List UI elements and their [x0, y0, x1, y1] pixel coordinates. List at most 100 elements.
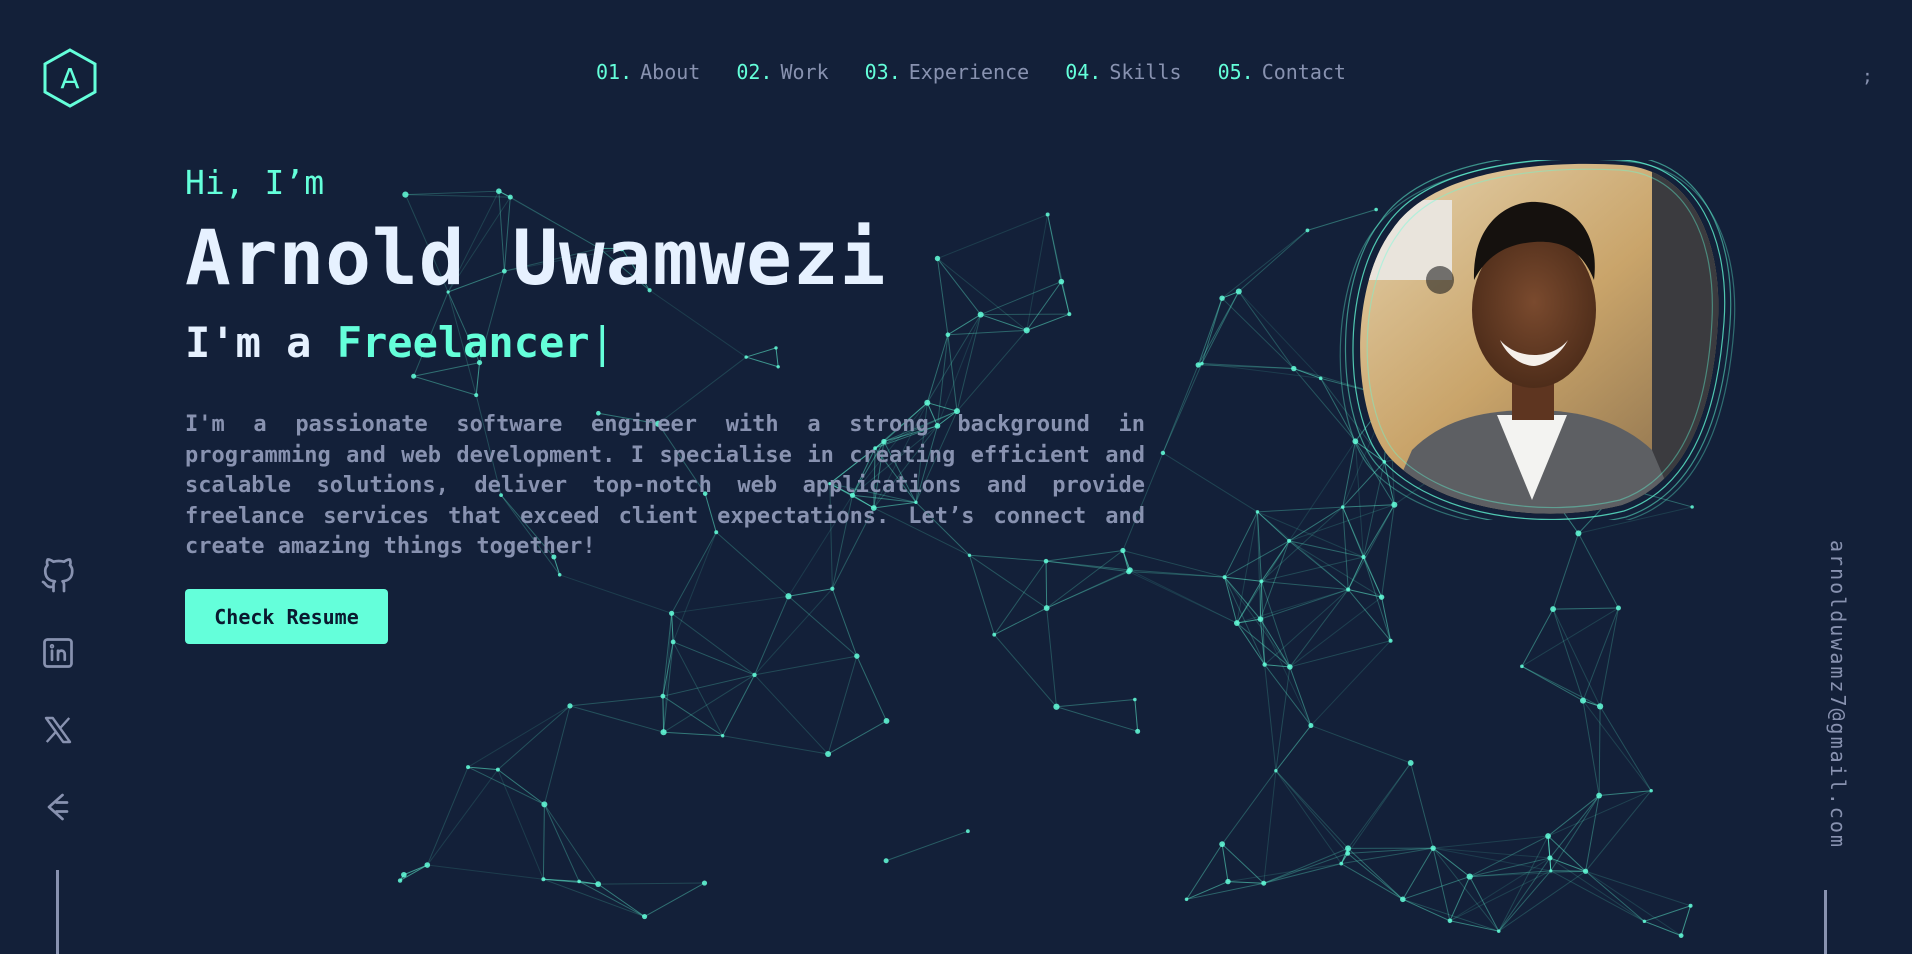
- network-link: [1056, 706, 1138, 732]
- codepen-icon[interactable]: [40, 789, 76, 825]
- network-node: [1496, 929, 1501, 933]
- network-node: [1520, 664, 1524, 669]
- linkedin-icon[interactable]: [40, 635, 76, 671]
- network-link: [1585, 870, 1645, 922]
- nav-item-about[interactable]: 01. About: [596, 60, 700, 84]
- network-node: [1262, 662, 1267, 667]
- network-link: [969, 555, 995, 635]
- x-icon[interactable]: [40, 712, 76, 748]
- network-node: [1274, 769, 1278, 773]
- network-node: [1582, 868, 1589, 874]
- network-link: [1186, 843, 1223, 900]
- right-vertical-line: [1824, 890, 1827, 954]
- nav-item-skills[interactable]: 04. Skills: [1065, 60, 1181, 84]
- network-node: [401, 871, 407, 878]
- network-node: [1378, 594, 1385, 600]
- network-node: [1184, 897, 1189, 902]
- network-link: [427, 864, 544, 880]
- network-link: [1521, 607, 1619, 667]
- network-link: [722, 674, 755, 736]
- network-node: [883, 718, 890, 724]
- network-link: [969, 554, 1047, 609]
- role-prefix: I'm a: [185, 318, 337, 367]
- network-node: [1135, 728, 1141, 734]
- network-node: [1195, 362, 1201, 368]
- network-node: [825, 751, 832, 758]
- network-link: [467, 766, 545, 805]
- network-link: [1221, 297, 1295, 369]
- network-link: [754, 674, 829, 755]
- network-link: [1582, 700, 1652, 792]
- network-node: [1345, 850, 1351, 856]
- network-node: [1597, 703, 1604, 710]
- network-link: [1547, 835, 1552, 871]
- network-link: [1162, 452, 1258, 513]
- network-link: [993, 560, 1047, 635]
- network-link: [1261, 580, 1349, 591]
- network-node: [1688, 903, 1693, 908]
- network-node: [1287, 538, 1292, 543]
- network-link: [1275, 770, 1342, 864]
- network-node: [424, 862, 431, 868]
- network-node: [883, 858, 889, 864]
- network-node: [1339, 861, 1344, 866]
- network-link: [598, 882, 705, 885]
- network-link: [1289, 589, 1349, 668]
- network-node: [1596, 792, 1603, 799]
- network-link: [1598, 706, 1601, 796]
- network-link: [1056, 699, 1135, 708]
- network-link: [1582, 607, 1619, 701]
- nav-number: 05.: [1217, 60, 1254, 84]
- network-link: [1585, 870, 1682, 937]
- nav-item-experience[interactable]: 03. Experience: [865, 60, 1030, 84]
- network-link: [1599, 607, 1619, 707]
- network-node: [720, 734, 725, 738]
- network-node: [670, 639, 676, 645]
- email-link[interactable]: arnolduwamz7@gmail.com: [1826, 540, 1850, 849]
- network-node: [669, 610, 675, 616]
- network-link: [1275, 770, 1349, 849]
- network-node: [752, 672, 757, 678]
- network-link: [1310, 725, 1411, 764]
- check-resume-button[interactable]: Check Resume: [185, 589, 388, 644]
- network-node: [1305, 228, 1310, 233]
- network-node: [595, 881, 602, 888]
- network-link: [1310, 640, 1391, 726]
- network-link: [1547, 795, 1600, 837]
- network-node: [557, 572, 562, 577]
- nav-item-work[interactable]: 02. Work: [736, 60, 828, 84]
- nav-label: About: [640, 60, 701, 84]
- network-node: [1053, 703, 1060, 710]
- network-link: [1263, 770, 1277, 884]
- network-link: [1340, 863, 1404, 900]
- network-link: [788, 588, 833, 597]
- network-node: [1160, 450, 1166, 456]
- network-link: [662, 696, 665, 733]
- network-link: [559, 574, 672, 614]
- network-node: [701, 880, 708, 886]
- network-link: [1498, 857, 1551, 932]
- network-link: [497, 705, 571, 771]
- network-node: [397, 878, 403, 883]
- network-node: [1642, 919, 1647, 924]
- network-node: [660, 729, 667, 736]
- network-node: [495, 767, 500, 772]
- network-node: [1200, 361, 1204, 366]
- network-link: [1582, 700, 1600, 796]
- hero-greeting: Hi, I’m: [185, 163, 325, 202]
- network-node: [1233, 620, 1240, 626]
- network-node: [1575, 530, 1582, 537]
- network-node: [1615, 605, 1621, 611]
- network-node: [830, 586, 835, 591]
- nav-number: 01.: [596, 60, 633, 84]
- network-link: [754, 588, 833, 676]
- network-link: [1264, 664, 1312, 726]
- network-link: [597, 883, 645, 917]
- nav-label: Contact: [1261, 60, 1346, 84]
- network-node: [1400, 896, 1406, 903]
- network-node: [1219, 841, 1226, 848]
- github-icon[interactable]: [40, 558, 76, 594]
- network-node: [577, 879, 581, 884]
- network-link: [426, 766, 469, 866]
- nav-item-contact[interactable]: 05. Contact: [1218, 60, 1346, 84]
